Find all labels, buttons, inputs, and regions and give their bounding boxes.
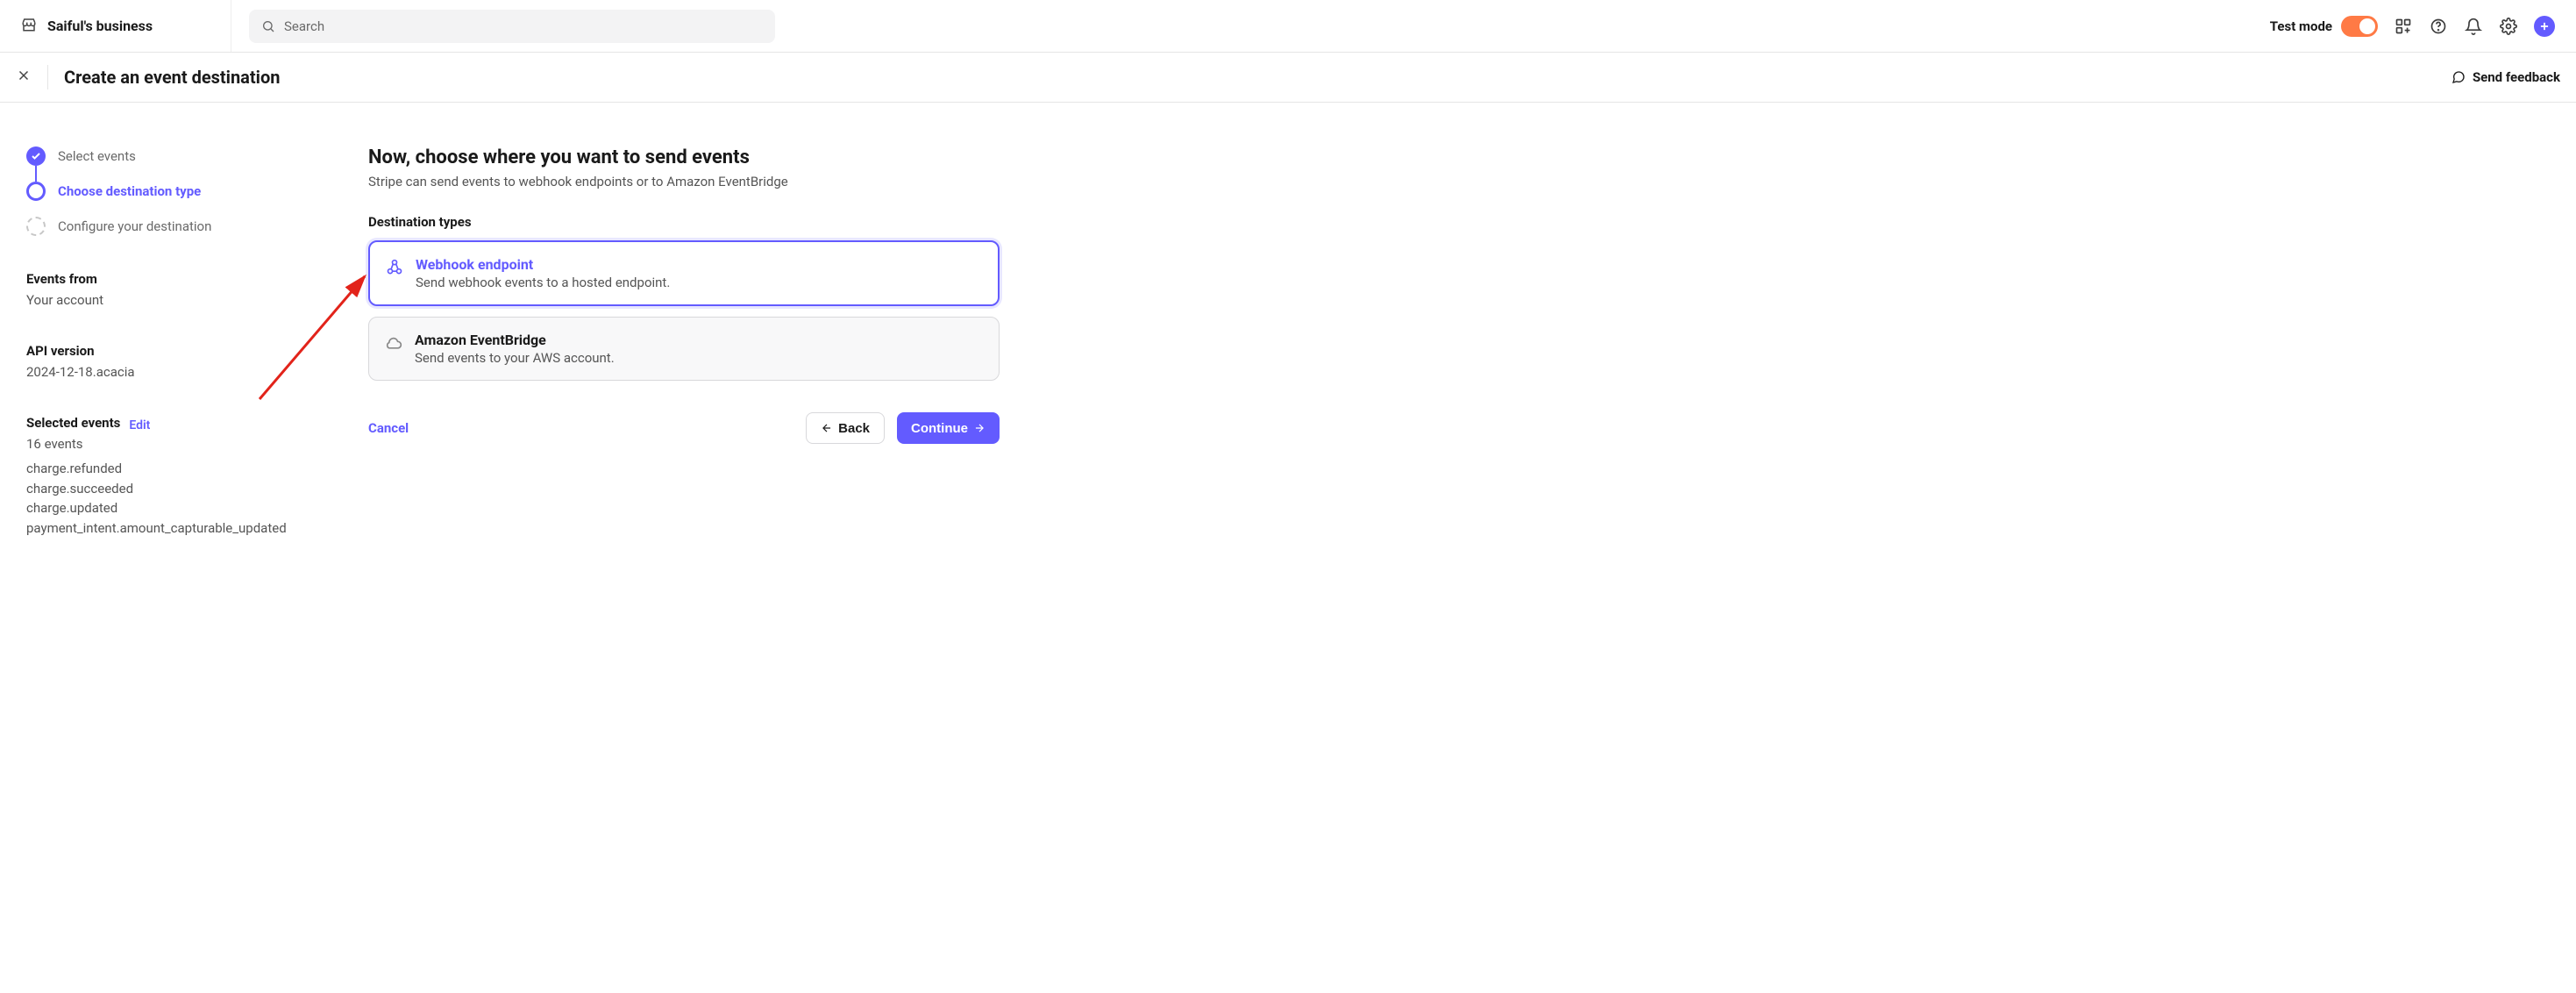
search-input[interactable]: Search [249,10,775,43]
send-feedback-button[interactable]: Send feedback [2451,69,2560,85]
step-choose-destination[interactable]: Choose destination type [26,182,324,201]
destination-option-webhook[interactable]: Webhook endpoint Send webhook events to … [368,240,1000,306]
notifications-icon[interactable] [2464,17,2483,36]
nav-right: Test mode [2270,16,2555,37]
test-mode-label: Test mode [2270,18,2332,34]
api-version-value: 2024-12-18.acacia [26,364,324,380]
cancel-button[interactable]: Cancel [368,420,409,436]
main-content: Select events Choose destination type Co… [0,103,2576,582]
api-version-section: API version 2024-12-18.acacia [26,343,324,380]
page-subheader: Create an event destination Send feedbac… [0,53,2576,103]
test-mode-toggle-row: Test mode [2270,16,2378,37]
step-label: Select events [58,148,136,164]
continue-label: Continue [911,421,968,436]
step-connector [35,201,324,217]
events-from-section: Events from Your account [26,271,324,308]
step-label: Choose destination type [58,183,201,199]
cloud-icon [385,334,402,355]
selected-events-list: charge.refunded charge.succeeded charge.… [26,459,324,538]
settings-icon[interactable] [2499,17,2518,36]
close-button[interactable] [16,68,32,87]
api-version-label: API version [26,343,324,359]
destination-title: Webhook endpoint [416,256,670,273]
destination-title: Amazon EventBridge [415,332,615,348]
action-row: Cancel Back Continue [368,412,1000,444]
edit-selected-events[interactable]: Edit [129,418,150,432]
chat-icon [2451,70,2466,84]
continue-button[interactable]: Continue [897,412,1000,444]
search-icon [261,19,275,33]
event-item: charge.updated [26,498,324,518]
plus-icon [2538,20,2551,32]
destination-types-label: Destination types [368,214,1000,230]
selected-events-section: Selected events Edit 16 events charge.re… [26,415,324,538]
page-title: Create an event destination [64,67,280,88]
step-select-events[interactable]: Select events [26,146,324,166]
arrow-right-icon [973,422,986,434]
content-heading: Now, choose where you want to send event… [368,146,1000,168]
arrow-left-icon [821,422,833,434]
destination-option-eventbridge[interactable]: Amazon EventBridge Send events to your A… [368,317,1000,381]
destination-desc: Send webhook events to a hosted endpoint… [416,275,670,290]
destination-desc: Send events to your AWS account. [415,350,615,366]
send-feedback-label: Send feedback [2473,69,2560,85]
divider [47,65,48,89]
content-pane: Now, choose where you want to send event… [368,146,1000,538]
close-icon [16,68,32,83]
sidebar: Select events Choose destination type Co… [26,146,324,538]
selected-events-label: Selected events [26,415,120,431]
developers-icon[interactable] [2394,17,2413,36]
check-icon [31,151,41,161]
back-label: Back [838,421,870,436]
business-name: Saiful's business [47,18,153,34]
step-configure-destination: Configure your destination [26,217,324,236]
search-placeholder: Search [284,18,324,34]
back-button[interactable]: Back [806,412,885,444]
event-item: charge.refunded [26,459,324,479]
step-label: Configure your destination [58,218,211,234]
help-icon[interactable] [2429,17,2448,36]
top-nav: Saiful's business Search Test mode [0,0,2576,53]
events-from-label: Events from [26,271,324,287]
step-connector [35,166,324,182]
event-item: payment_intent.amount_capturable_updated [26,518,324,539]
storefront-icon [21,17,37,36]
business-switcher[interactable]: Saiful's business [21,0,231,52]
event-item: charge.succeeded [26,479,324,499]
selected-events-count: 16 events [26,436,324,452]
events-from-value: Your account [26,292,324,308]
content-subtitle: Stripe can send events to webhook endpoi… [368,174,1000,189]
create-button[interactable] [2534,16,2555,37]
test-mode-toggle[interactable] [2341,16,2378,37]
webhook-icon [386,259,403,280]
